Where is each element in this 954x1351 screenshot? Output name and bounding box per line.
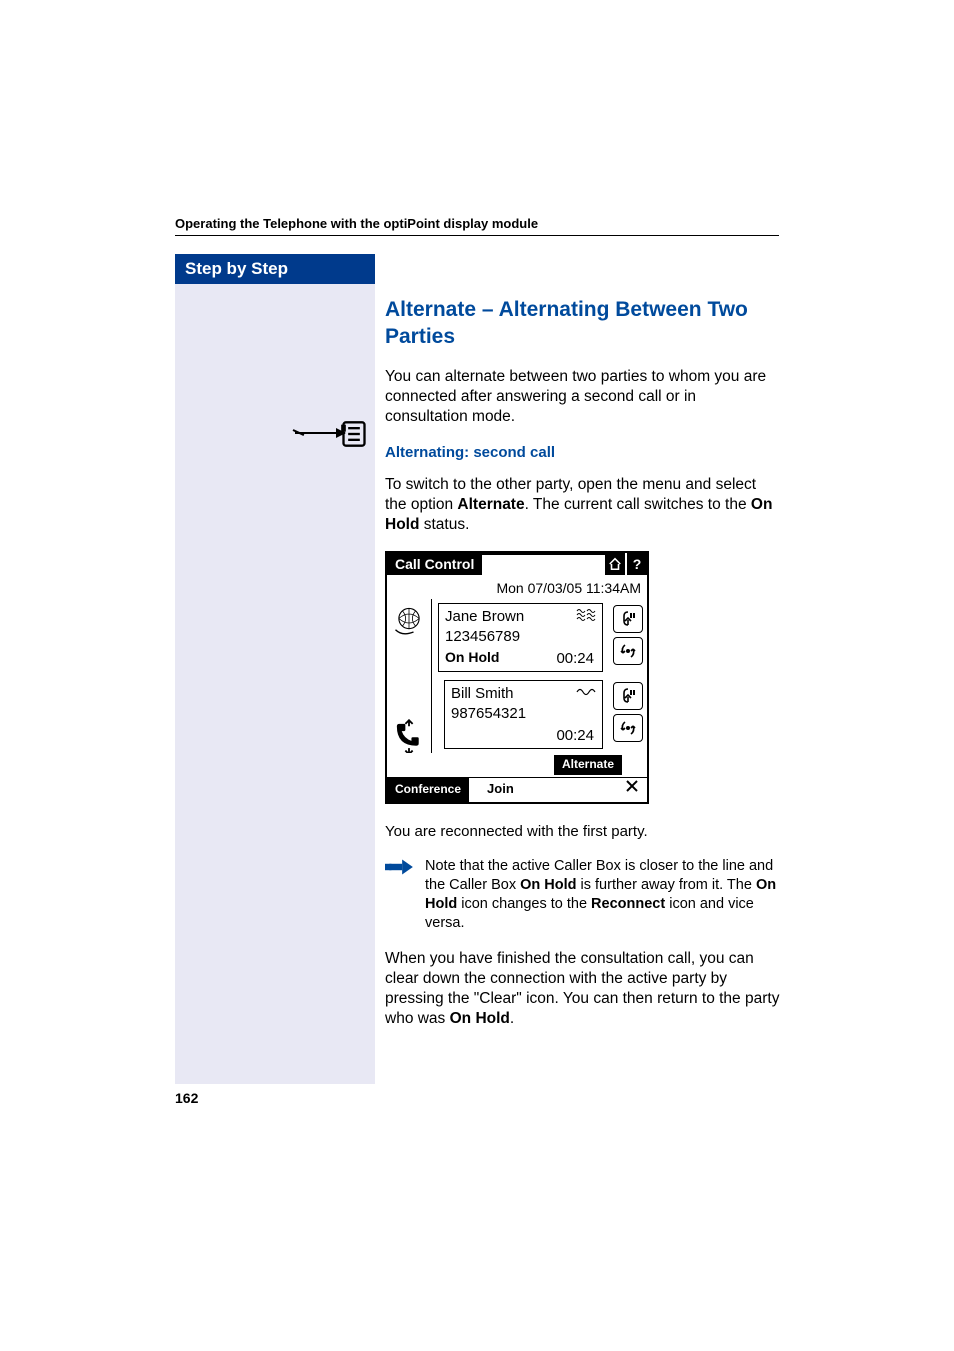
caller-box-2[interactable]: Bill Smith 987654321 00:24 <box>444 680 603 749</box>
text: icon changes to the <box>457 896 591 912</box>
page-number: 162 <box>175 1090 198 1106</box>
phone-alternate-icon[interactable] <box>392 719 426 753</box>
help-icon[interactable]: ? <box>627 553 647 575</box>
caller1-time: 00:24 <box>556 649 594 669</box>
intro-paragraph: You can alternate between two parties to… <box>385 367 780 427</box>
join-button[interactable]: Join <box>473 779 528 800</box>
text: . <box>510 1010 514 1027</box>
call-control-title: Call Control <box>387 553 482 575</box>
caller2-time: 00:24 <box>556 726 594 746</box>
subheading-alternating: Alternating: second call <box>385 443 780 463</box>
note-arrow-icon <box>385 857 415 932</box>
switch-paragraph: To switch to the other party, open the m… <box>385 475 780 535</box>
datetime-label: Mon 07/03/05 11:34AM <box>387 575 647 599</box>
call-control-titlebar: Call Control ? <box>387 553 647 575</box>
reconnect-icon[interactable] <box>613 637 643 665</box>
call-control-panel: Call Control ? Mon 07/03/05 11:34AM <box>385 551 649 804</box>
note-text: Note that the active Caller Box is close… <box>425 857 780 932</box>
reconnect-icon-2[interactable] <box>613 714 643 742</box>
onhold-icon[interactable] <box>613 605 643 633</box>
caller1-name: Jane Brown <box>445 607 596 627</box>
text-bold: On Hold <box>520 877 576 893</box>
onhold-icon-2[interactable] <box>613 682 643 710</box>
step-by-step-sidebar: Step by Step <box>175 254 375 1084</box>
text: is further away from it. The <box>577 877 756 893</box>
wave-multi-icon <box>576 608 596 626</box>
caller2-number: 987654321 <box>451 704 596 724</box>
pointer-arrow <box>295 432 345 434</box>
caller2-name: Bill Smith <box>451 684 596 704</box>
alternate-button[interactable]: Alternate <box>554 755 622 775</box>
text-bold: Alternate <box>457 496 524 513</box>
main-content: Alternate – Alternating Between Two Part… <box>385 284 780 1045</box>
step-by-step-title: Step by Step <box>175 254 375 284</box>
text-bold: On Hold <box>450 1010 510 1027</box>
caller-box-1[interactable]: Jane Brown 123456789 On Hold 00:24 <box>438 603 603 672</box>
running-header: Operating the Telephone with the optiPoi… <box>175 216 779 236</box>
globe-hand-icon <box>391 605 427 641</box>
text: status. <box>419 516 469 533</box>
text: When you have finished the consultation … <box>385 950 779 1027</box>
note-box: Note that the active Caller Box is close… <box>385 857 780 932</box>
close-icon[interactable] <box>621 779 647 800</box>
text: . The current call switches to the <box>525 496 751 513</box>
section-title: Alternate – Alternating Between Two Part… <box>385 296 780 351</box>
reconnected-paragraph: You are reconnected with the first party… <box>385 822 780 842</box>
home-icon[interactable] <box>605 553 625 575</box>
left-column <box>387 599 432 753</box>
wave-single-icon <box>576 685 596 703</box>
menu-list-icon <box>340 420 375 450</box>
finish-paragraph: When you have finished the consultation … <box>385 949 780 1030</box>
conference-button[interactable]: Conference <box>387 777 469 803</box>
text-bold: Reconnect <box>591 896 665 912</box>
caller1-number: 123456789 <box>445 627 596 647</box>
titlebar-spacer <box>482 553 605 575</box>
